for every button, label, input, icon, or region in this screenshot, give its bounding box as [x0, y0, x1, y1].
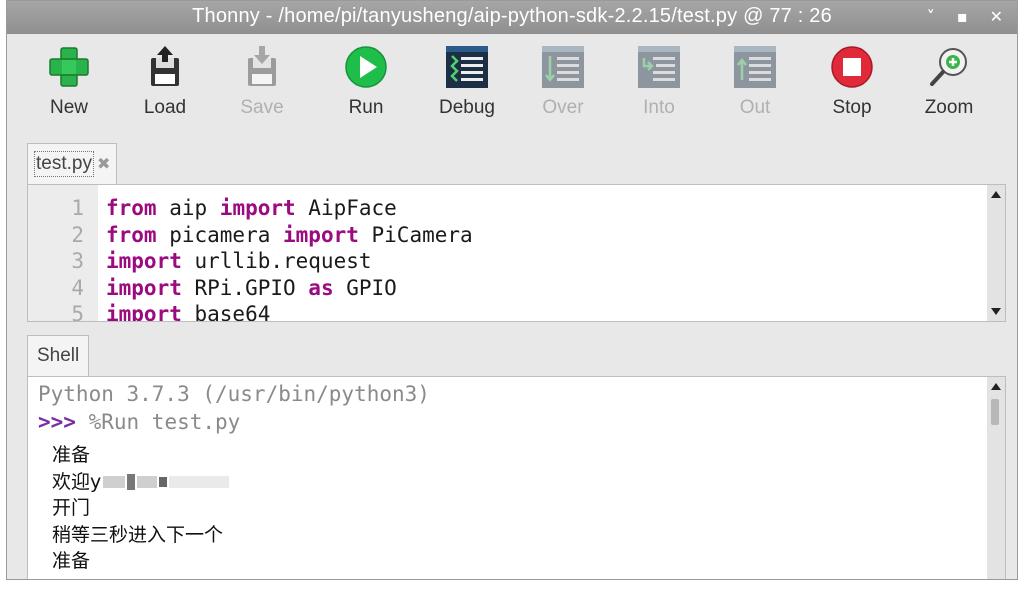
line-number: 5 [71, 302, 84, 322]
new-file-icon [49, 47, 89, 87]
code-text: picamera [156, 222, 284, 247]
out-label: Out [739, 97, 771, 118]
tab-shell[interactable]: Shell [27, 335, 90, 376]
step-out-icon [734, 46, 776, 88]
into-label: Into [643, 97, 675, 118]
code-text: GPIO [333, 275, 397, 300]
code-line[interactable]: 3 import urllib.request [28, 248, 473, 275]
redacted-text [127, 474, 136, 490]
save-button[interactable]: Save [227, 44, 297, 119]
code-editor[interactable]: 1 from aip import AipFace 2 from picamera i… [27, 184, 1006, 322]
scroll-up-arrow-icon[interactable] [991, 383, 1001, 390]
close-window-button[interactable]: ✕ [990, 7, 1003, 27]
run-play-icon [345, 46, 387, 88]
step-into-button[interactable]: Into [624, 44, 694, 119]
step-out-button[interactable]: Out [720, 44, 790, 119]
shell-output-line: 开门 [52, 497, 91, 519]
scroll-up-arrow-icon[interactable] [991, 191, 1001, 198]
code-keyword: import [219, 196, 296, 220]
code-keyword: from [106, 222, 157, 247]
toolbar: New Load Save Run Debug Over Into Out St… [7, 34, 1017, 139]
stop-label: Stop [832, 97, 872, 118]
shell-output-line: 稍等三秒进入下一个 [52, 523, 224, 546]
code-area[interactable]: 1 from aip import AipFace 2 from picamera i… [28, 195, 473, 322]
shell-prompt: >>> [38, 410, 76, 434]
debug-button[interactable]: Debug [432, 44, 502, 119]
redacted-text [103, 476, 126, 488]
shell-output-text: 欢迎y [52, 470, 102, 493]
redacted-text [137, 476, 158, 488]
line-number: 4 [71, 275, 84, 300]
editor-scrollbar[interactable] [987, 185, 1005, 321]
code-line[interactable]: 4 import RPi.GPIO as GPIO [28, 275, 473, 302]
zoom-button[interactable]: Zoom [914, 44, 984, 119]
save-label: Save [240, 97, 284, 118]
load-label: Load [143, 97, 187, 118]
code-text: aip [156, 196, 220, 220]
tab-test-py[interactable]: test.py ✖ [27, 143, 118, 184]
run-button[interactable]: Run [331, 44, 401, 119]
shell-output-line: 准备 [52, 550, 91, 572]
shell-command-line: >>> %Run test.py [38, 408, 430, 436]
title-bar[interactable]: Thonny - /home/pi/tanyusheng/aip-python-… [7, 1, 1017, 34]
run-label: Run [348, 97, 384, 118]
code-text: urllib.request [181, 249, 372, 273]
shell-panel[interactable]: Python 3.7.3 (/usr/bin/python3) >>> %Run… [27, 376, 1006, 579]
code-line[interactable]: 2 from picamera import PiCamera [28, 222, 473, 249]
maximize-button[interactable]: ▪ [957, 7, 968, 27]
shell-scrollbar[interactable] [987, 377, 1005, 579]
python-banner: Python 3.7.3 (/usr/bin/python3) [38, 382, 430, 406]
code-text: RPi.GPIO [181, 275, 309, 300]
scrollbar-thumb[interactable] [991, 399, 999, 425]
stop-button[interactable]: Stop [817, 44, 887, 119]
step-over-button[interactable]: Over [528, 44, 598, 119]
code-keyword: import [106, 302, 182, 322]
new-button[interactable]: New [34, 44, 104, 119]
close-tab-icon[interactable]: ✖ [97, 154, 110, 174]
line-number: 2 [71, 222, 84, 247]
window-title: Thonny - /home/pi/tanyusheng/aip-python-… [192, 5, 832, 27]
code-keyword: as [308, 275, 334, 300]
save-floppy-icon [248, 46, 276, 86]
code-text: PiCamera [358, 222, 473, 247]
load-button[interactable]: Load [130, 44, 200, 119]
code-text: AipFace [295, 196, 397, 220]
debug-label: Debug [439, 97, 495, 118]
shell-command: %Run test.py [75, 410, 241, 434]
code-keyword: import [283, 222, 359, 247]
redacted-text [169, 476, 230, 488]
stop-icon [831, 46, 873, 88]
over-label: Over [542, 97, 584, 118]
tab-label: test.py [34, 151, 94, 177]
zoom-label: Zoom [924, 97, 974, 118]
shell-output-line: 准备 [52, 444, 91, 466]
code-keyword: import [106, 275, 182, 300]
thonny-window: Thonny - /home/pi/tanyusheng/aip-python-… [6, 0, 1018, 580]
code-keyword: import [106, 249, 182, 273]
load-floppy-icon [151, 46, 179, 86]
minimize-button[interactable]: ˅ [927, 7, 935, 27]
zoom-magnifier-icon [930, 48, 967, 86]
step-over-icon [542, 46, 584, 88]
line-number: 1 [71, 196, 84, 220]
code-keyword: from [106, 196, 157, 220]
debug-icon [446, 46, 488, 88]
step-into-icon [638, 46, 680, 88]
code-line[interactable]: 5 import base64 [28, 301, 473, 322]
code-line[interactable]: 1 from aip import AipFace [28, 195, 473, 222]
scroll-down-arrow-icon[interactable] [991, 308, 1001, 315]
new-label: New [49, 97, 88, 118]
code-text: base64 [181, 302, 271, 322]
line-number: 3 [71, 249, 84, 273]
shell-output-line: 欢迎y [38, 469, 430, 496]
redacted-text [159, 477, 168, 487]
